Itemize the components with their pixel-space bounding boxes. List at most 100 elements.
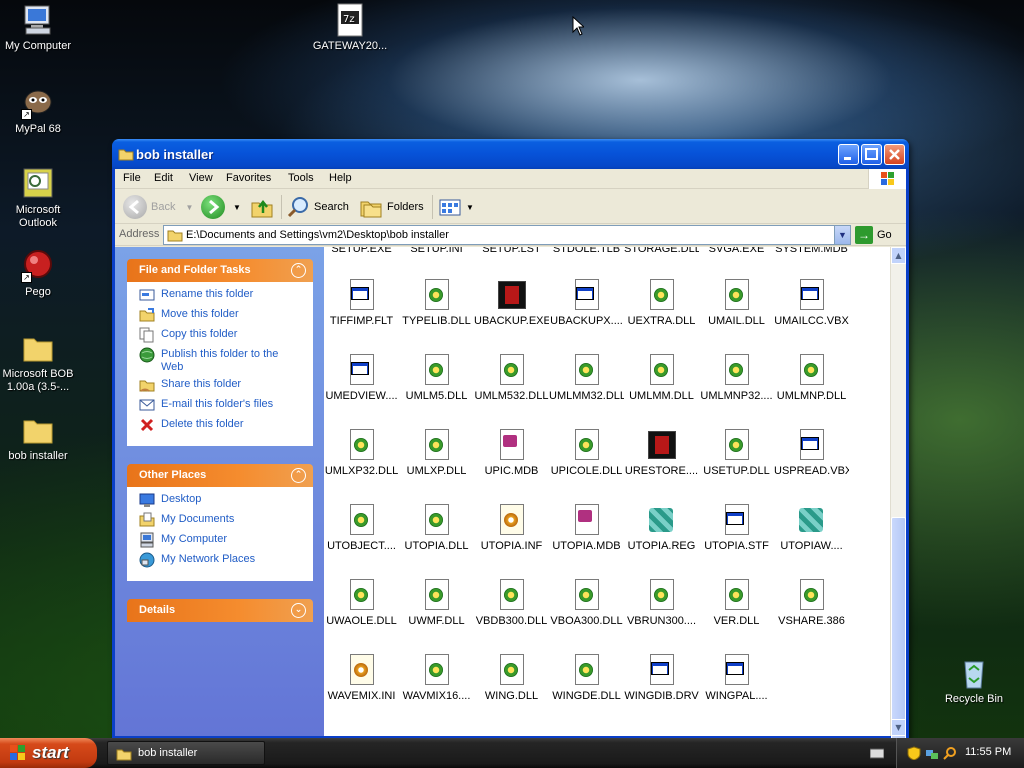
file-item[interactable]: UMEDVIEW.... [324,354,399,402]
file-item[interactable]: WING.DLL [474,654,549,702]
scroll-down-button[interactable]: ▼ [891,719,906,736]
file-item[interactable]: SYSTEM.MDB [774,247,849,255]
other-places-header[interactable]: Other Places ⌃ [127,464,313,487]
file-item[interactable]: VSHARE.386 [774,579,849,627]
go-button[interactable]: → Go [855,226,892,244]
taskbar-item-bob-installer[interactable]: bob installer [107,741,265,765]
file-item[interactable]: WINGDIB.DRV [624,654,699,702]
address-input[interactable]: E:\Documents and Settings\vm2\Desktop\bo… [163,225,851,245]
file-item[interactable]: TIFFIMP.FLT [324,279,399,327]
desktop-icon-gateway[interactable]: 7z GATEWAY20... [310,3,390,53]
details-header[interactable]: Details ⌄ [127,599,313,622]
file-item[interactable]: STDOLE.TLB [549,247,624,255]
file-item[interactable]: UMLXP.DLL [399,429,474,477]
desktop-icon-pego[interactable]: ↗ Pego [0,249,78,299]
file-item[interactable]: WINGPAL.... [699,654,774,702]
security-shield-icon[interactable] [907,746,921,760]
keyboard-icon[interactable] [870,747,884,759]
file-item[interactable]: UTOPIA.STF [699,504,774,552]
file-item[interactable]: UMLMNP.DLL [774,354,849,402]
file-item[interactable]: WINGDE.DLL [549,654,624,702]
explorer-window[interactable]: bob installer File Edit View Favorites T… [112,139,909,745]
desktop-icon-bob-installer[interactable]: bob installer [0,413,78,463]
file-item[interactable]: VBRUN300.... [624,579,699,627]
task-email-files[interactable]: E-mail this folder's files [139,398,303,418]
desktop-icon-microsoft-bob[interactable]: Microsoft BOB 1.00a (3.5-... [0,331,78,394]
place-my-computer[interactable]: My Computer [139,532,303,553]
file-item[interactable]: SETUP.INI [399,247,474,255]
close-button[interactable] [884,144,905,165]
file-item[interactable]: STORAGE.DLL [624,247,699,255]
file-item[interactable]: UPICOLE.DLL [549,429,624,477]
window-titlebar[interactable]: bob installer [112,139,909,169]
place-my-documents[interactable]: My Documents [139,512,303,533]
task-rename-folder[interactable]: Rename this folder [139,288,303,308]
search-button[interactable]: Search [286,194,349,220]
file-item[interactable]: UTOPIA.DLL [399,504,474,552]
chevron-up-icon[interactable]: ⌃ [291,263,306,278]
file-folder-tasks-header[interactable]: File and Folder Tasks ⌃ [127,259,313,282]
menu-file[interactable]: File [123,172,141,184]
file-item[interactable]: UWMF.DLL [399,579,474,627]
file-item[interactable]: UBACKUPX.... [549,279,624,327]
file-item[interactable]: UMLMM.DLL [624,354,699,402]
task-share-folder[interactable]: Share this folder [139,378,303,398]
views-button[interactable]: ▼ [438,194,474,220]
start-button[interactable]: start [0,738,97,768]
file-item[interactable]: USPREAD.VBX [774,429,849,477]
file-item[interactable]: UMLM5.DLL [399,354,474,402]
minimize-button[interactable] [838,144,859,165]
file-item[interactable]: UWAOLE.DLL [324,579,399,627]
address-dropdown-button[interactable]: ▼ [834,226,850,244]
file-item[interactable]: UMLXP32.DLL [324,429,399,477]
file-item[interactable]: UBACKUP.EXE [474,279,549,327]
file-item[interactable]: TYPELIB.DLL [399,279,474,327]
maximize-button[interactable] [861,144,882,165]
file-item[interactable]: USETUP.DLL [699,429,774,477]
file-item[interactable]: UPIC.MDB [474,429,549,477]
place-desktop[interactable]: Desktop [139,493,303,513]
file-item[interactable]: UTOPIA.INF [474,504,549,552]
file-item[interactable]: VER.DLL [699,579,774,627]
scroll-up-button[interactable]: ▲ [891,247,906,264]
file-item[interactable]: UMAILCC.VBX [774,279,849,327]
task-copy-folder[interactable]: Copy this folder [139,327,303,348]
file-item[interactable]: UEXTRA.DLL [624,279,699,327]
vertical-scrollbar[interactable]: ▲ ▼ [890,247,906,745]
chevron-down-icon[interactable]: ⌄ [291,603,306,618]
file-item[interactable]: UTOBJECT.... [324,504,399,552]
desktop-icon-my-computer[interactable]: My Computer [0,3,78,53]
menu-favorites[interactable]: Favorites [226,172,271,184]
desktop-icon-recycle-bin[interactable]: Recycle Bin [934,656,1014,706]
file-item[interactable]: VBDB300.DLL [474,579,549,627]
search-tray-icon[interactable] [943,746,957,760]
desktop-icon-outlook[interactable]: Microsoft Outlook [0,167,78,230]
menu-tools[interactable]: Tools [288,172,314,184]
chevron-up-icon[interactable]: ⌃ [291,468,306,483]
up-folder-button[interactable] [250,194,274,220]
task-delete-folder[interactable]: Delete this folder [139,418,303,438]
file-item[interactable]: SETUP.EXE [324,247,399,255]
file-item[interactable]: VBOA300.DLL [549,579,624,627]
menu-view[interactable]: View [189,172,213,184]
file-item[interactable]: WAVMIX16.... [399,654,474,702]
place-my-network-places[interactable]: My Network Places [139,552,303,573]
network-tray-icon[interactable] [925,746,939,760]
file-item[interactable]: UMLMM32.DLL [549,354,624,402]
folders-button[interactable]: Folders [359,194,424,220]
file-item[interactable]: UTOPIA.MDB [549,504,624,552]
task-move-folder[interactable]: Move this folder [139,308,303,328]
task-publish-folder[interactable]: Publish this folder to the Web [139,347,303,378]
file-item[interactable]: URESTORE.... [624,429,699,477]
file-item[interactable]: WAVEMIX.INI [324,654,399,702]
file-item[interactable]: UMLM532.DLL [474,354,549,402]
desktop-icon-mypal[interactable]: ↗ MyPal 68 [0,86,78,136]
file-item[interactable]: SVGA.EXE [699,247,774,255]
menu-edit[interactable]: Edit [154,172,173,184]
menu-help[interactable]: Help [329,172,352,184]
file-item[interactable]: UMAIL.DLL [699,279,774,327]
file-item[interactable]: UTOPIAW.... [774,504,849,552]
back-button[interactable]: Back ▼ [123,194,193,220]
file-item[interactable]: UTOPIA.REG [624,504,699,552]
file-item[interactable]: SETUP.LST [474,247,549,255]
